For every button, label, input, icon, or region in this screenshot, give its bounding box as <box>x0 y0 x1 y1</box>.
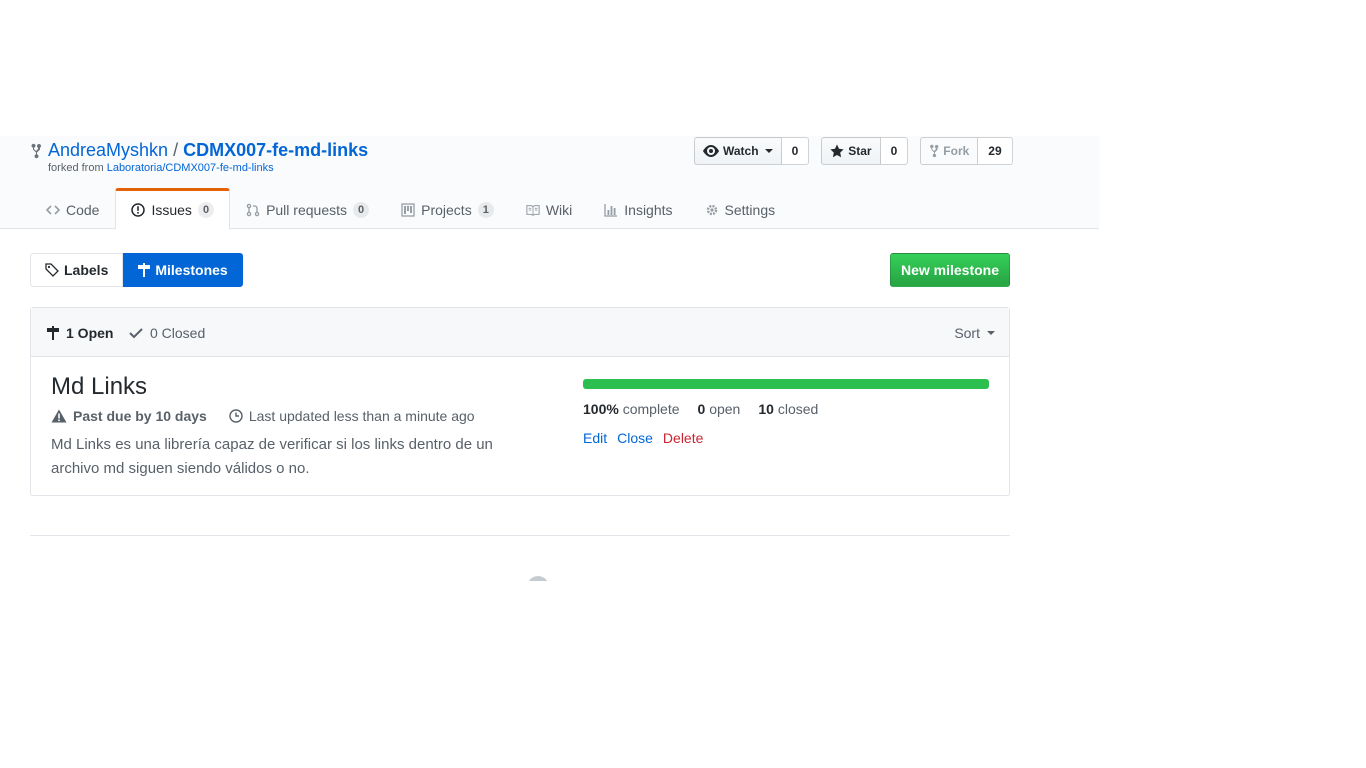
stat-complete-value: 100% <box>583 401 619 417</box>
stat-open-label: open <box>709 401 741 417</box>
stat-complete: 100% complete <box>583 401 680 417</box>
tag-icon <box>45 263 59 277</box>
github-mark-icon <box>527 576 549 581</box>
star-icon <box>830 144 844 158</box>
subnav: Labels Milestones <box>30 253 243 287</box>
tab-projects[interactable]: Projects 1 <box>385 188 510 229</box>
issue-opened-icon <box>131 203 146 217</box>
milestone-icon <box>138 263 151 277</box>
footer-clipped <box>30 576 1010 581</box>
forked-from: forked from Laboratoria/CDMX007-fe-md-li… <box>48 162 274 174</box>
progress-bar <box>583 379 989 389</box>
stat-open-value: 0 <box>697 401 706 417</box>
milestone-item: Md Links Past due by 10 days Last update… <box>31 357 1009 495</box>
milestone-actions: Edit Close Delete <box>583 430 703 446</box>
labels-tab[interactable]: Labels <box>30 253 124 287</box>
eye-icon <box>703 145 719 157</box>
closed-filter-label: 0 Closed <box>150 324 206 341</box>
sort-dropdown[interactable]: Sort <box>954 308 995 357</box>
milestone-icon <box>47 325 59 340</box>
milestone-meta: Past due by 10 days Last updated less th… <box>51 408 475 424</box>
tab-issues-label: Issues <box>151 202 192 218</box>
watch-label: Watch <box>723 144 759 158</box>
repo-name-link[interactable]: CDMX007-fe-md-links <box>183 140 368 161</box>
issues-counter: 0 <box>197 202 215 218</box>
delete-link[interactable]: Delete <box>663 430 703 446</box>
star-count[interactable]: 0 <box>880 137 909 165</box>
watch-count[interactable]: 0 <box>781 137 810 165</box>
projects-counter: 1 <box>477 201 494 218</box>
tab-settings-label: Settings <box>724 201 776 218</box>
tab-code[interactable]: Code <box>30 188 115 229</box>
code-icon <box>46 204 60 215</box>
star-label: Star <box>848 144 872 158</box>
labels-tab-label: Labels <box>64 262 109 278</box>
fork-count[interactable]: 29 <box>978 137 1013 165</box>
tab-insights-label: Insights <box>624 201 673 218</box>
tab-wiki[interactable]: Wiki <box>510 188 588 229</box>
tab-pull-requests[interactable]: Pull requests 0 <box>230 188 385 229</box>
tab-pull-requests-label: Pull requests <box>266 201 347 218</box>
chevron-down-icon <box>764 149 773 153</box>
tab-settings[interactable]: Settings <box>689 188 792 229</box>
watch-button[interactable]: Watch <box>694 137 782 165</box>
last-updated-text: Last updated less than a minute ago <box>248 408 475 424</box>
pulls-counter: 0 <box>353 201 370 218</box>
chevron-down-icon <box>987 330 995 335</box>
stat-closed-label: closed <box>777 401 819 417</box>
milestones-box-header: 1 Open 0 Closed Sort <box>31 308 1009 357</box>
forked-from-link[interactable]: Laboratoria/CDMX007-fe-md-links <box>107 162 274 174</box>
edit-link[interactable]: Edit <box>583 430 607 446</box>
git-pull-request-icon <box>246 203 260 216</box>
tab-code-label: Code <box>66 201 100 218</box>
book-icon <box>526 204 540 216</box>
milestone-stats: 100% complete 0 open 10 closed <box>583 401 818 417</box>
milestone-description: Md Links es una librería capaz de verifi… <box>51 436 493 477</box>
star-button[interactable]: Star <box>821 137 881 165</box>
check-icon <box>129 327 143 338</box>
fork-icon <box>930 144 939 158</box>
star-group: Star 0 <box>821 137 909 165</box>
sort-label: Sort <box>954 324 980 341</box>
milestone-title[interactable]: Md Links <box>51 373 147 401</box>
footer-divider <box>30 535 1010 536</box>
project-icon <box>401 202 415 217</box>
footer-row <box>30 576 1010 581</box>
watch-group: Watch 0 <box>694 137 810 165</box>
close-link[interactable]: Close <box>617 430 653 446</box>
repo-header: AndreaMyshkn / CDMX007-fe-md-links forke… <box>0 136 1099 230</box>
repo-forked-icon <box>31 143 42 158</box>
stat-closed[interactable]: 10 closed <box>758 401 818 417</box>
repo-owner-link[interactable]: AndreaMyshkn <box>48 140 168 161</box>
closed-filter[interactable]: 0 Closed <box>129 308 205 357</box>
forked-from-prefix: forked from <box>48 162 104 174</box>
pagehead-actions: Watch 0 Star 0 Fork 29 <box>694 137 1013 165</box>
open-filter[interactable]: 1 Open <box>47 308 113 357</box>
milestones-box: 1 Open 0 Closed Sort Md Links Past due b… <box>30 307 1010 496</box>
repo-title: AndreaMyshkn / CDMX007-fe-md-links <box>30 140 368 161</box>
gear-icon <box>706 204 717 215</box>
stat-complete-label: complete <box>622 401 680 417</box>
progress-fill <box>583 379 989 389</box>
clock-icon <box>229 409 243 423</box>
graph-icon <box>604 203 618 217</box>
milestones-tab[interactable]: Milestones <box>123 253 243 287</box>
tab-issues[interactable]: Issues 0 <box>115 188 231 230</box>
alert-icon <box>51 409 67 423</box>
past-due-text: Past due by 10 days <box>73 408 207 424</box>
repo-nav: Code Issues 0 Pull requests 0 Projects 1… <box>30 188 792 230</box>
milestones-tab-label: Milestones <box>155 262 228 278</box>
stat-open[interactable]: 0 open <box>698 401 741 417</box>
fork-group: Fork 29 <box>920 137 1013 165</box>
tab-insights[interactable]: Insights <box>588 188 688 229</box>
open-filter-label: 1 Open <box>66 324 114 341</box>
fork-button[interactable]: Fork <box>920 137 979 165</box>
new-milestone-button[interactable]: New milestone <box>890 253 1010 287</box>
fork-label: Fork <box>943 144 970 158</box>
tab-projects-label: Projects <box>421 201 472 218</box>
stat-closed-value: 10 <box>758 401 774 417</box>
tab-wiki-label: Wiki <box>545 201 573 218</box>
path-separator: / <box>173 140 179 160</box>
